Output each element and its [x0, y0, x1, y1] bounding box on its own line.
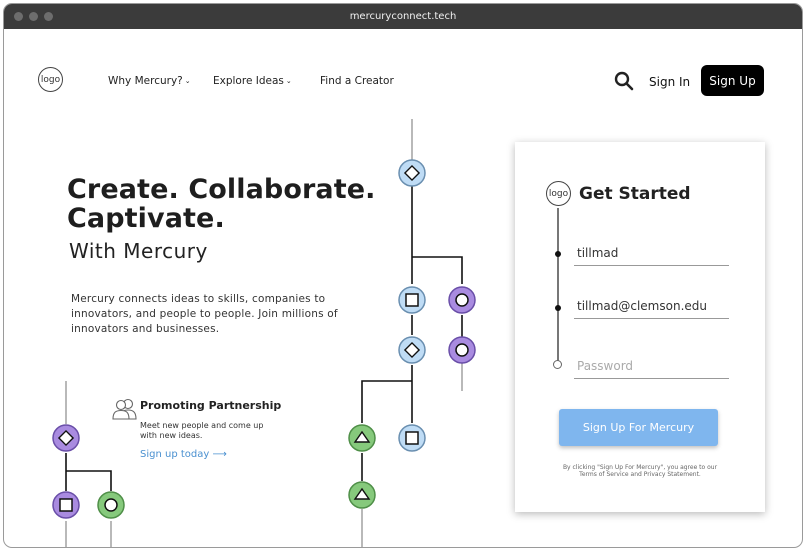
title-bar: mercuryconnect.tech [4, 4, 802, 29]
graph-node-diamond [398, 159, 426, 187]
signup-card: logo Get Started tillmad tillmad@clemson… [515, 142, 765, 512]
arrow-right-icon: ⟶ [212, 449, 227, 460]
graph-node-triangle [348, 481, 376, 509]
graph-node-diamond [52, 424, 80, 452]
web-page: logo Why Mercury? ⌄ Explore Ideas ⌄ Find a… [4, 29, 802, 547]
promo-title: Promoting Partnership [140, 399, 282, 412]
sign-up-for-mercury-button[interactable]: Sign Up For Mercury [559, 409, 718, 446]
graph-node-square [398, 424, 426, 452]
email-field[interactable]: tillmad@clemson.edu [574, 297, 729, 319]
graph-node-triangle [348, 424, 376, 452]
terms-text: By clicking "Sign Up For Mercury", you a… [562, 464, 718, 478]
graph-node-square [398, 286, 426, 314]
password-field[interactable]: Password [574, 357, 729, 379]
graph-node-circle [97, 491, 125, 519]
address-bar[interactable]: mercuryconnect.tech [4, 4, 802, 29]
card-title: Get Started [579, 184, 691, 204]
graph-node-circle [448, 336, 476, 364]
promo-description: Meet new people and come up with new ide… [140, 421, 264, 440]
step-complete-dot [555, 251, 561, 257]
card-logo: logo [546, 181, 571, 206]
browser-window: mercuryconnect.tech logo Why Mercury? ⌄ E… [3, 3, 803, 548]
graph-node-circle [448, 286, 476, 314]
username-field[interactable]: tillmad [574, 244, 729, 266]
graph-node-diamond [398, 336, 426, 364]
sign-up-today-label: Sign up today [140, 449, 210, 460]
progress-line [557, 208, 559, 363]
people-icon [112, 397, 138, 426]
step-pending-dot [553, 360, 562, 369]
sign-up-today-link[interactable]: Sign up today ⟶ [140, 449, 227, 460]
step-complete-dot [555, 305, 561, 311]
graph-node-square [52, 491, 80, 519]
